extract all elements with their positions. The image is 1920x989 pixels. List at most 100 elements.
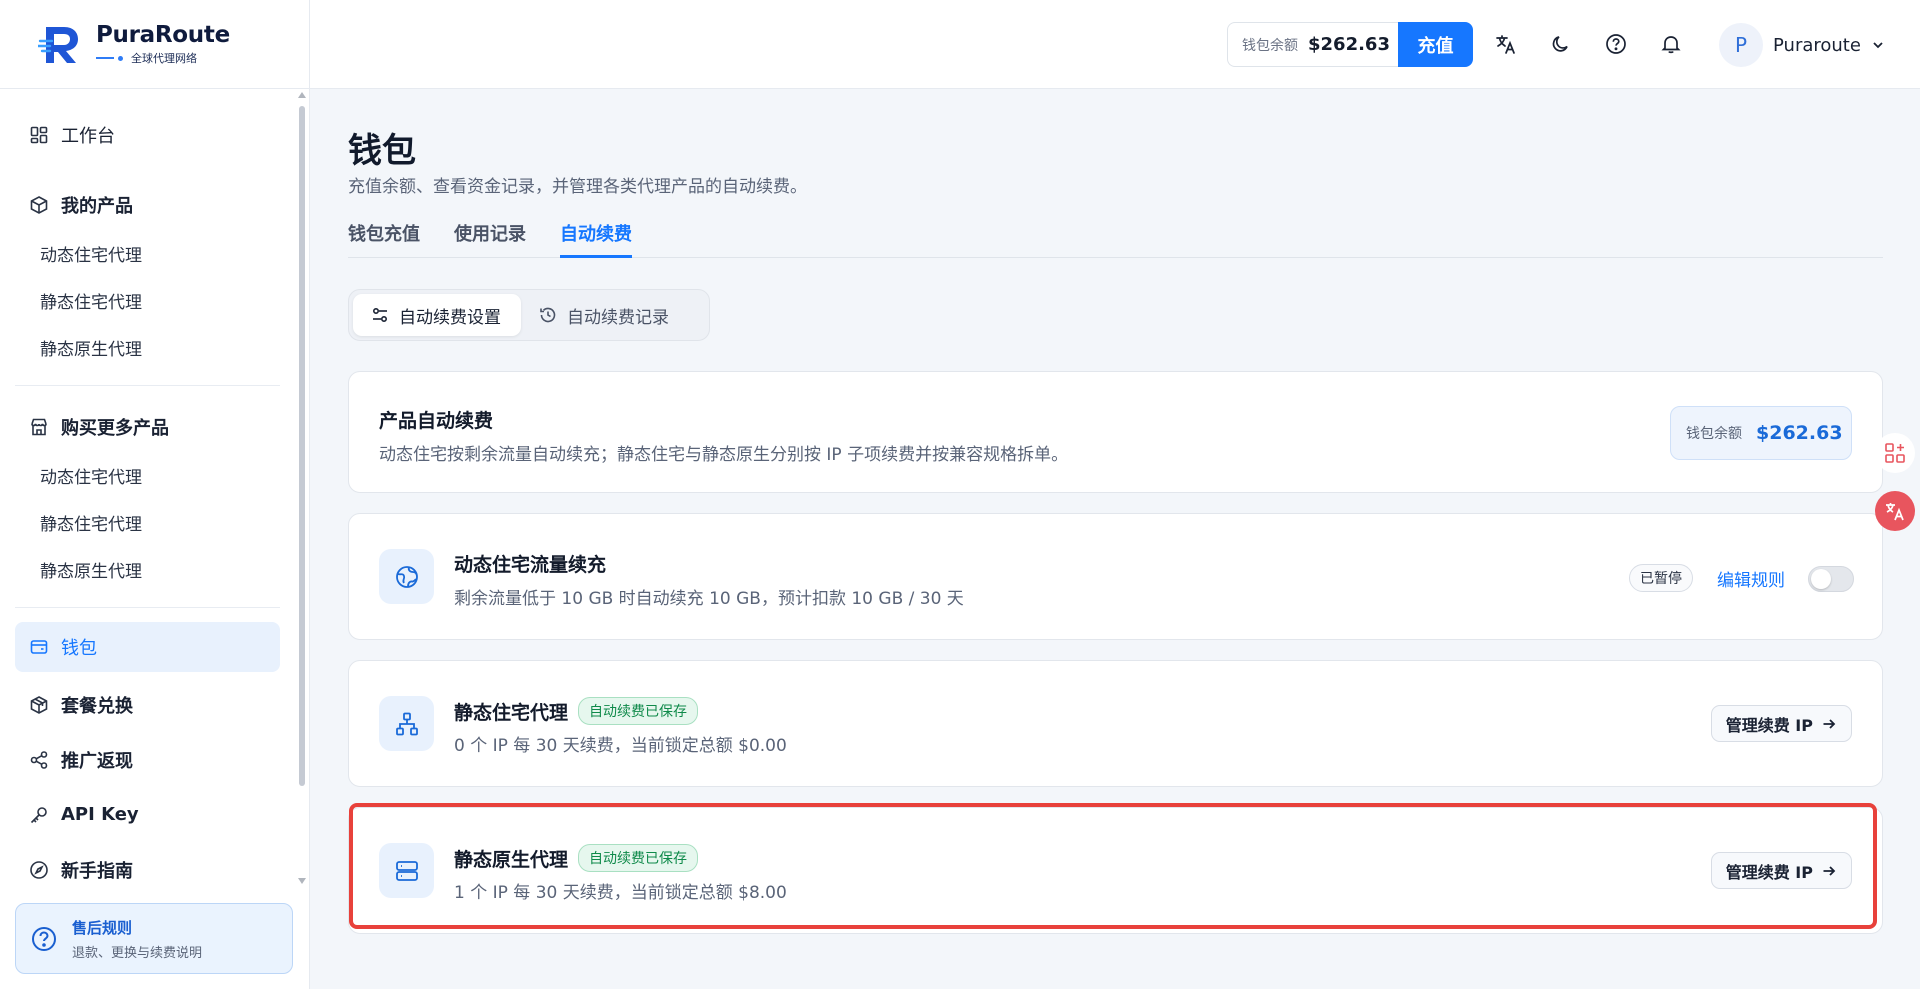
divider [15, 385, 280, 386]
float-translate-icon[interactable] [1875, 491, 1915, 531]
segment-auto-renew-records[interactable]: 自动续费记录 [521, 294, 689, 336]
sidebar-item-wallet[interactable]: 钱包 [15, 622, 280, 672]
sidebar: PuraRoute 全球代理网络 工作台 我的产品 动态住宅代理 静态住宅代理 … [0, 0, 310, 989]
settings-sliders-icon [372, 307, 388, 323]
wallet-balance-value: $262.63 [1756, 422, 1843, 444]
divider [15, 607, 280, 608]
dynamic-residential-renew-card: 动态住宅流量续充 剩余流量低于 10 GB 时自动续充 10 GB，预计扣款 1… [348, 513, 1883, 640]
segment-label: 自动续费设置 [399, 307, 501, 328]
translate-icon[interactable] [1492, 30, 1520, 58]
tab-usage-records[interactable]: 使用记录 [454, 215, 526, 258]
scroll-up-arrow-icon[interactable] [298, 92, 306, 98]
balance-label: 钱包余额 [1242, 37, 1298, 54]
dashboard-icon [29, 125, 49, 145]
compass-icon [29, 860, 49, 880]
card-title: 动态住宅流量续充 [454, 554, 607, 576]
sidebar-scrollbar[interactable] [298, 92, 306, 884]
brand-name: PuraRoute [96, 22, 230, 48]
saved-badge: 自动续费已保存 [578, 697, 699, 725]
logo[interactable]: PuraRoute 全球代理网络 [0, 0, 310, 89]
manage-renew-ip-button[interactable]: 管理续费 IP [1710, 852, 1852, 889]
key-icon [29, 805, 49, 825]
recharge-button[interactable]: 充值 [1398, 22, 1473, 67]
package-icon [29, 695, 49, 715]
after-sales-rules-card[interactable]: 售后规则 退款、更换与续费说明 [15, 903, 293, 974]
main-content: 钱包 充值余额、查看资金记录，并管理各类代理产品的自动续费。 钱包充值 使用记录… [348, 89, 1883, 989]
server-icon [379, 843, 434, 898]
globe-icon [379, 549, 434, 604]
manage-renew-ip-button[interactable]: 管理续费 IP [1710, 705, 1852, 742]
sidebar-item-buy-static-native[interactable]: 静态原生代理 [15, 546, 280, 593]
card-description: 剩余流量低于 10 GB 时自动续充 10 GB，预计扣款 10 GB / 30… [454, 589, 964, 609]
tab-auto-renew[interactable]: 自动续费 [560, 215, 632, 258]
bell-icon[interactable] [1657, 30, 1685, 58]
chevron-down-icon [1873, 42, 1883, 49]
card-title: 静态原生代理 [454, 848, 569, 871]
wallet-icon [29, 637, 49, 657]
card-title: 静态住宅代理 [454, 701, 569, 724]
scrollbar-thumb[interactable] [299, 106, 305, 786]
sidebar-item-api-key[interactable]: API Key [15, 787, 280, 842]
card-title-row: 静态原生代理 自动续费已保存 [454, 844, 699, 872]
card-description: 1 个 IP 每 30 天续费，当前锁定总额 $8.00 [454, 883, 787, 903]
sidebar-item-my-static-residential[interactable]: 静态住宅代理 [15, 277, 280, 324]
balance-value: $262.63 [1308, 34, 1390, 55]
segment-auto-renew-settings[interactable]: 自动续费设置 [353, 294, 521, 336]
question-circle-icon [32, 926, 56, 951]
sidebar-item-label: 工作台 [61, 126, 115, 147]
store-icon [29, 417, 49, 437]
static-residential-renew-card: 静态住宅代理 自动续费已保存 0 个 IP 每 30 天续费，当前锁定总额 $0… [348, 660, 1883, 787]
sidebar-item-label: 钱包 [61, 638, 97, 659]
auto-renew-toggle[interactable] [1808, 566, 1854, 592]
scroll-down-arrow-icon[interactable] [298, 878, 306, 884]
sidebar-item-buy-static-residential[interactable]: 静态住宅代理 [15, 499, 280, 546]
float-apps-icon[interactable] [1875, 433, 1915, 473]
sidebar-group-my-products[interactable]: 我的产品 [15, 180, 280, 230]
paused-status-badge: 已暂停 [1629, 564, 1693, 592]
sidebar-item-label: API Key [61, 804, 139, 825]
arrow-right-icon [1823, 865, 1836, 876]
auto-renew-segment: 自动续费设置 自动续费记录 [348, 289, 710, 341]
segment-label: 自动续费记录 [567, 307, 669, 328]
sidebar-group-label: 购买更多产品 [61, 418, 169, 439]
saved-badge: 自动续费已保存 [578, 844, 699, 872]
sidebar-item-buy-dynamic-residential[interactable]: 动态住宅代理 [15, 452, 280, 499]
sidebar-group-buy-more[interactable]: 购买更多产品 [15, 402, 280, 452]
box-icon [29, 195, 49, 215]
static-native-renew-card: 静态原生代理 自动续费已保存 1 个 IP 每 30 天续费，当前锁定总额 $8… [348, 807, 1883, 934]
top-header: 钱包余额 $262.63 充值 P Puraroute [310, 0, 1920, 89]
sidebar-nav: 工作台 我的产品 动态住宅代理 静态住宅代理 静态原生代理 购买更多产品 动态住… [15, 110, 280, 888]
sidebar-item-label: 推广返现 [61, 750, 133, 772]
header-balance: 钱包余额 $262.63 [1227, 22, 1400, 67]
card-title: 产品自动续费 [379, 410, 494, 432]
sidebar-item-guide[interactable]: 新手指南 [15, 842, 280, 888]
share-icon [29, 750, 49, 770]
user-menu[interactable]: P Puraroute [1719, 21, 1885, 69]
brand-tagline: 全球代理网络 [131, 52, 197, 65]
logo-mark-icon [38, 27, 78, 63]
sidebar-item-package-redeem[interactable]: 套餐兑换 [15, 677, 280, 732]
tab-recharge[interactable]: 钱包充值 [348, 215, 420, 258]
sidebar-item-referral[interactable]: 推广返现 [15, 732, 280, 787]
card-description: 动态住宅按剩余流量自动续充；静态住宅与静态原生分别按 IP 子项续费并按兼容规格… [379, 445, 1069, 465]
button-label: 管理续费 IP [1725, 862, 1813, 882]
avatar: P [1719, 23, 1763, 67]
sidebar-group-label: 我的产品 [61, 196, 133, 217]
moon-icon[interactable] [1547, 30, 1575, 58]
help-icon[interactable] [1602, 30, 1630, 58]
sidebar-item-my-static-native[interactable]: 静态原生代理 [15, 324, 280, 371]
help-card-subtitle: 退款、更换与续费说明 [72, 945, 203, 961]
history-icon [540, 307, 556, 323]
wallet-balance-pill: 钱包余额 $262.63 [1670, 406, 1852, 460]
product-auto-renew-card: 产品自动续费 动态住宅按剩余流量自动续充；静态住宅与静态原生分别按 IP 子项续… [348, 371, 1883, 493]
card-title-row: 静态住宅代理 自动续费已保存 [454, 697, 699, 725]
help-card-title: 售后规则 [72, 918, 133, 937]
sidebar-item-workbench[interactable]: 工作台 [15, 110, 280, 160]
user-name: Puraroute [1773, 34, 1861, 56]
page-title: 钱包 [348, 131, 416, 171]
edit-rule-link[interactable]: 编辑规则 [1717, 566, 1785, 591]
wallet-tabs: 钱包充值 使用记录 自动续费 [348, 215, 1883, 258]
sidebar-item-my-dynamic-residential[interactable]: 动态住宅代理 [15, 230, 280, 277]
card-description: 0 个 IP 每 30 天续费，当前锁定总额 $0.00 [454, 736, 787, 756]
arrow-right-icon [1823, 718, 1836, 729]
